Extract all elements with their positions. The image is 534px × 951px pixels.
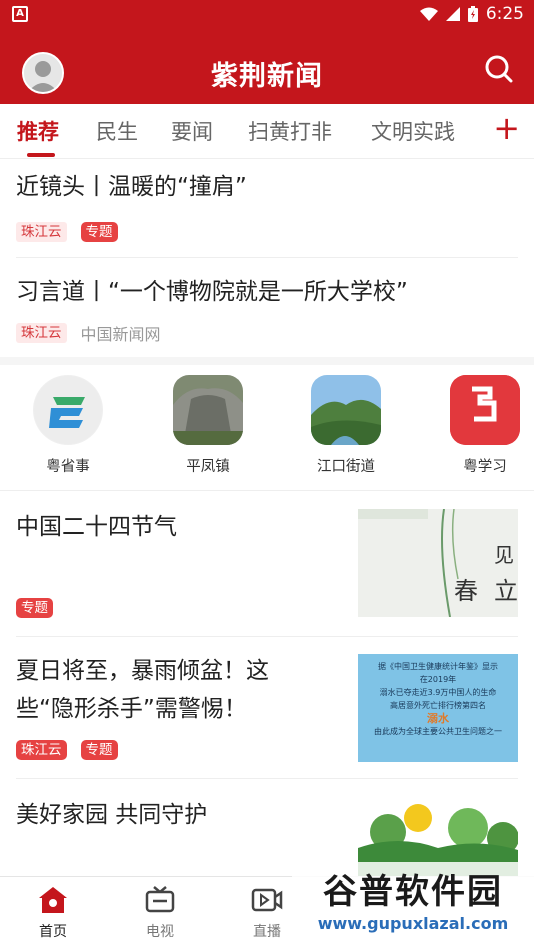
category-tabs: 推荐 民生 要闻 扫黄打非 文明实践 + (0, 104, 534, 159)
watermark-title: 谷普软件园 (323, 872, 503, 912)
notification-badge: A (12, 6, 28, 22)
news-title: 习言道丨“一个博物院就是一所大学校” (16, 279, 408, 305)
status-icons: 6:25 (419, 4, 524, 24)
shortcut-jiang-kou-jie-dao[interactable]: 江口街道 (296, 375, 396, 476)
shortcut-ping-feng-zhen[interactable]: 平凤镇 (158, 375, 258, 476)
ping-feng-zhen-icon (173, 375, 243, 445)
jiang-kou-jie-dao-icon (311, 375, 381, 445)
source-tag: 珠江云 (16, 222, 67, 242)
news-item[interactable]: 近镜头丨温暖的“撞肩” 珠江云 专题 (16, 170, 518, 258)
news-source: 中国新闻网 (80, 325, 161, 344)
news-thumbnail[interactable]: 见 春 立 (358, 509, 518, 617)
shortcut-grid: 粤省事 平凤镇 江口街道 粤学习 (0, 357, 534, 491)
thumb-line: 溺水 (427, 712, 449, 725)
yue-sheng-shi-icon (33, 375, 103, 445)
tv-icon (145, 886, 175, 913)
nav-home[interactable]: 首页 (13, 883, 93, 941)
tab-civilization[interactable]: 文明实践 (371, 116, 455, 146)
thumb-text: 见 (494, 543, 514, 567)
shortcut-yue-sheng-shi[interactable]: 粤省事 (18, 375, 118, 476)
status-bar: A 6:25 (0, 0, 534, 30)
yue-xue-xi-icon (450, 375, 520, 445)
signal-icon (445, 7, 460, 21)
shortcut-yue-xue-xi[interactable]: 粤学习 (435, 375, 534, 476)
topic-tag: 专题 (80, 740, 118, 760)
news-thumbnail[interactable]: 据《中国卫生健康统计年鉴》显示 在2019年 溺水已夺走近3.9万中国人的生命 … (358, 654, 518, 762)
shortcut-label: 江口街道 (317, 459, 375, 475)
page-title: 紫荆新闻 (211, 61, 323, 92)
wifi-icon (419, 7, 438, 21)
add-channel-icon[interactable]: + (493, 112, 520, 144)
battery-icon (467, 6, 478, 22)
app-bar: 紫荆新闻 (0, 30, 534, 104)
live-video-icon (251, 888, 283, 912)
shortcut-label: 平凤镇 (186, 459, 230, 475)
shortcut-label: 粤省事 (46, 459, 90, 475)
shortcut-label: 粤学习 (463, 459, 507, 475)
news-title: 夏日将至，暴雨倾盆！这些“隐形杀手”需警惕！ (16, 658, 269, 722)
news-item[interactable]: 习言道丨“一个博物院就是一所大学校” 珠江云 中国新闻网 (16, 275, 518, 356)
home-icon (39, 887, 67, 913)
nav-tv[interactable]: 电视 (120, 883, 200, 941)
watermark-url: www.gupuxlazal.com (317, 914, 509, 933)
clock: 6:25 (485, 4, 524, 24)
thumb-line: 由此成为全球主要公共卫生问题之一 (374, 727, 502, 736)
thumb-line: 溺水已夺走近3.9万中国人的生命 (379, 688, 497, 697)
topic-tag: 专题 (16, 598, 53, 618)
active-tab-indicator (27, 153, 55, 157)
tab-anti-porn[interactable]: 扫黄打非 (248, 116, 332, 146)
watermark: 谷普软件园 www.gupuxlazal.com (292, 862, 534, 950)
search-icon[interactable] (484, 54, 514, 84)
tab-recommend[interactable]: 推荐 (17, 116, 59, 146)
thumb-line: 高居意外死亡排行榜第四名 (390, 701, 486, 710)
nav-label: 电视 (146, 924, 174, 940)
thumb-text: 立 (494, 577, 518, 605)
nav-label: 首页 (39, 924, 67, 940)
thumb-line: 据《中国卫生健康统计年鉴》显示 (378, 662, 498, 671)
news-title: 中国二十四节气 (16, 514, 177, 540)
thumb-text: 春 (454, 577, 478, 605)
topic-tag: 专题 (80, 222, 118, 242)
source-tag: 珠江云 (16, 740, 67, 760)
thumb-line: 在2019年 (419, 675, 457, 684)
tab-headlines[interactable]: 要闻 (171, 116, 213, 146)
news-title: 近镜头丨温暖的“撞肩” (16, 174, 247, 200)
source-tag: 珠江云 (16, 323, 67, 343)
tab-livelihood[interactable]: 民生 (96, 116, 138, 146)
